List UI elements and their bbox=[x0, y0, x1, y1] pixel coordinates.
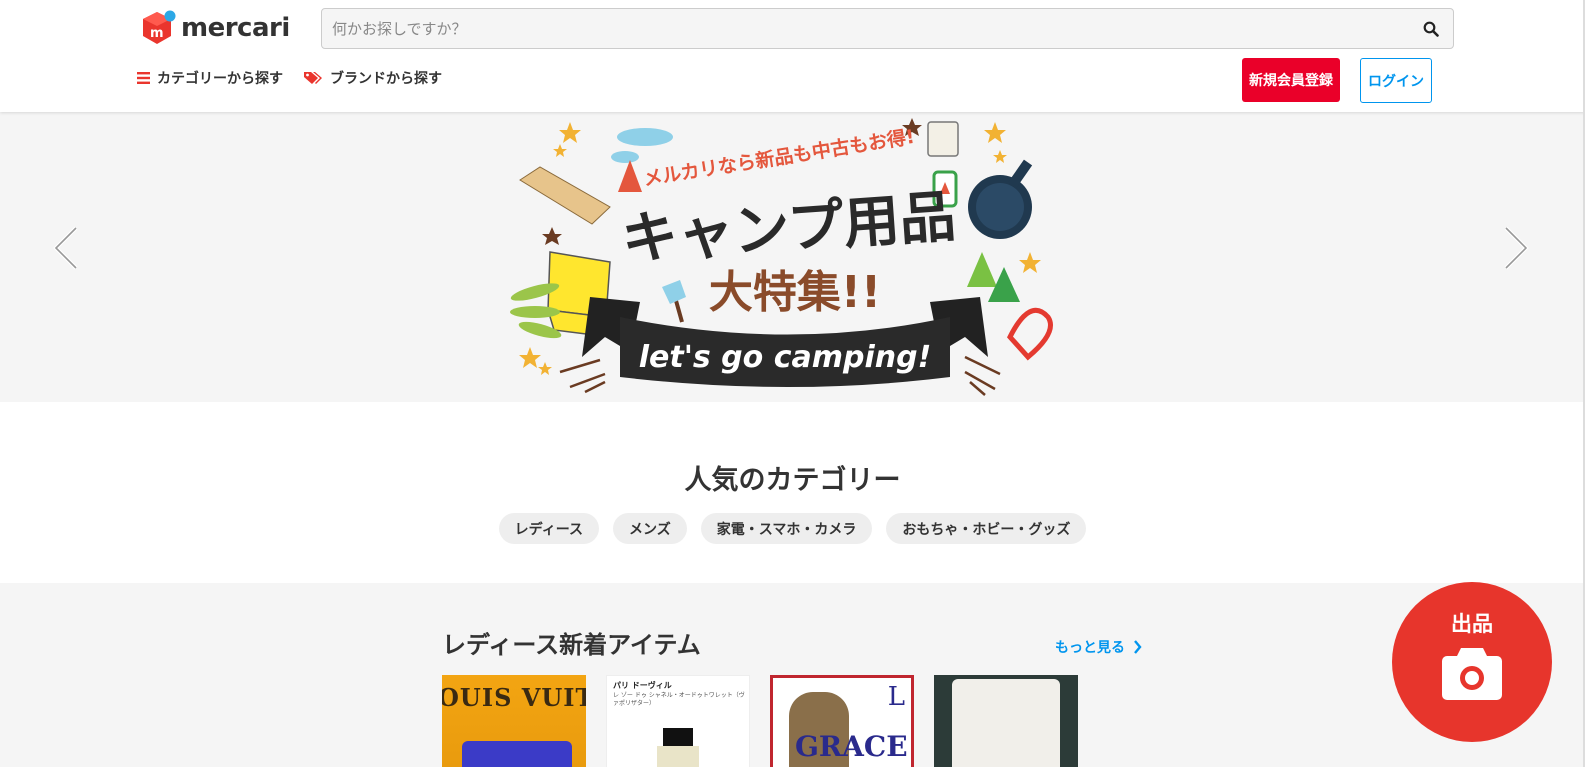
item-image-size: L bbox=[887, 682, 905, 712]
category-chip-electronics[interactable]: 家電・スマホ・カメラ bbox=[700, 513, 873, 544]
see-more-link[interactable]: もっと見る bbox=[1055, 637, 1142, 657]
category-chip-ladies[interactable]: レディース bbox=[498, 513, 599, 544]
banner-headline-sub: 大特集!! bbox=[709, 267, 881, 318]
svg-text:m: m bbox=[150, 26, 164, 41]
banner-ribbon-text: let's go camping! bbox=[639, 340, 932, 375]
signup-button[interactable]: 新規会員登録 bbox=[1242, 58, 1340, 102]
search-input[interactable] bbox=[322, 9, 1402, 48]
nav-brand-label: ブランドから探す bbox=[330, 71, 442, 87]
item-image-text: GRACE bbox=[795, 730, 908, 763]
mercari-logo[interactable]: m mercari bbox=[141, 10, 290, 46]
header: m mercari カテゴリーから探す bbox=[0, 0, 1585, 112]
mercari-logo-icon: m bbox=[143, 10, 176, 44]
search-bar bbox=[321, 8, 1454, 49]
item-image-text: OUIS VUITTO bbox=[442, 683, 586, 712]
camping-banner-illustration: メルカリなら新品も中古もお得! キャンプ用品 大特集!! let's go ca… bbox=[510, 118, 1053, 396]
menu-icon bbox=[137, 72, 150, 84]
category-chips: レディース メンズ 家電・スマホ・カメラ おもちゃ・ホビー・グッズ bbox=[0, 513, 1585, 544]
banner-headline-main: キャンプ用品 bbox=[620, 184, 958, 272]
chevron-right-icon[interactable] bbox=[1500, 224, 1532, 272]
see-more-label: もっと見る bbox=[1055, 640, 1125, 656]
kimono-graphic bbox=[952, 679, 1060, 767]
popular-categories: 人気のカテゴリー レディース メンズ 家電・スマホ・カメラ おもちゃ・ホビー・グ… bbox=[0, 402, 1585, 583]
ladies-new-items: レディース新着アイテム もっと見る OUIS VUITTO パリ ドーヴィル レ… bbox=[0, 583, 1585, 767]
chevron-right-icon bbox=[1134, 640, 1142, 654]
item-thumbnail[interactable]: L GRACE bbox=[770, 675, 914, 767]
search-icon bbox=[1423, 21, 1439, 37]
nav-category-label: カテゴリーから探す bbox=[157, 71, 283, 87]
nav-category[interactable]: カテゴリーから探す bbox=[137, 68, 283, 88]
bottle-glass-graphic bbox=[657, 746, 699, 767]
banner-headline-top: メルカリなら新品も中古もお得! bbox=[642, 125, 916, 191]
item-image-subtitle: レ ゾー ドゥ シャネル・オードゥトワレット（ヴァポリザター） bbox=[613, 692, 745, 707]
page: m mercari カテゴリーから探す bbox=[0, 0, 1585, 767]
category-chip-toys[interactable]: おもちゃ・ホビー・グッズ bbox=[886, 513, 1087, 544]
camera-icon bbox=[1442, 648, 1502, 700]
ladies-new-items-title: レディース新着アイテム bbox=[442, 631, 701, 659]
tag-icon bbox=[304, 72, 322, 84]
item-thumbnail[interactable] bbox=[934, 675, 1078, 767]
bottle-graphic bbox=[663, 728, 693, 746]
item-thumbnail[interactable]: パリ ドーヴィル レ ゾー ドゥ シャネル・オードゥトワレット（ヴァポリザター） bbox=[606, 675, 750, 767]
nav-brand[interactable]: ブランドから探す bbox=[303, 68, 442, 88]
campaign-banner[interactable]: メルカリなら新品も中古もお得! キャンプ用品 大特集!! let's go ca… bbox=[0, 112, 1585, 402]
ribbon-graphic bbox=[462, 741, 572, 767]
popular-categories-title: 人気のカテゴリー bbox=[684, 465, 901, 496]
search-button[interactable] bbox=[1419, 17, 1443, 41]
sell-button[interactable]: 出品 bbox=[1392, 582, 1552, 742]
category-chip-mens[interactable]: メンズ bbox=[613, 513, 687, 544]
item-image-title: パリ ドーヴィル bbox=[613, 681, 672, 690]
item-thumbnail[interactable]: OUIS VUITTO bbox=[442, 675, 586, 767]
sell-button-label: 出品 bbox=[1451, 612, 1493, 636]
item-thumbnails: OUIS VUITTO パリ ドーヴィル レ ゾー ドゥ シャネル・オードゥトワ… bbox=[442, 675, 1098, 767]
chevron-left-icon[interactable] bbox=[50, 224, 82, 272]
login-button[interactable]: ログイン bbox=[1360, 58, 1432, 103]
header-nav: カテゴリーから探す ブランドから探す bbox=[137, 68, 462, 88]
logo-text: mercari bbox=[181, 13, 290, 43]
